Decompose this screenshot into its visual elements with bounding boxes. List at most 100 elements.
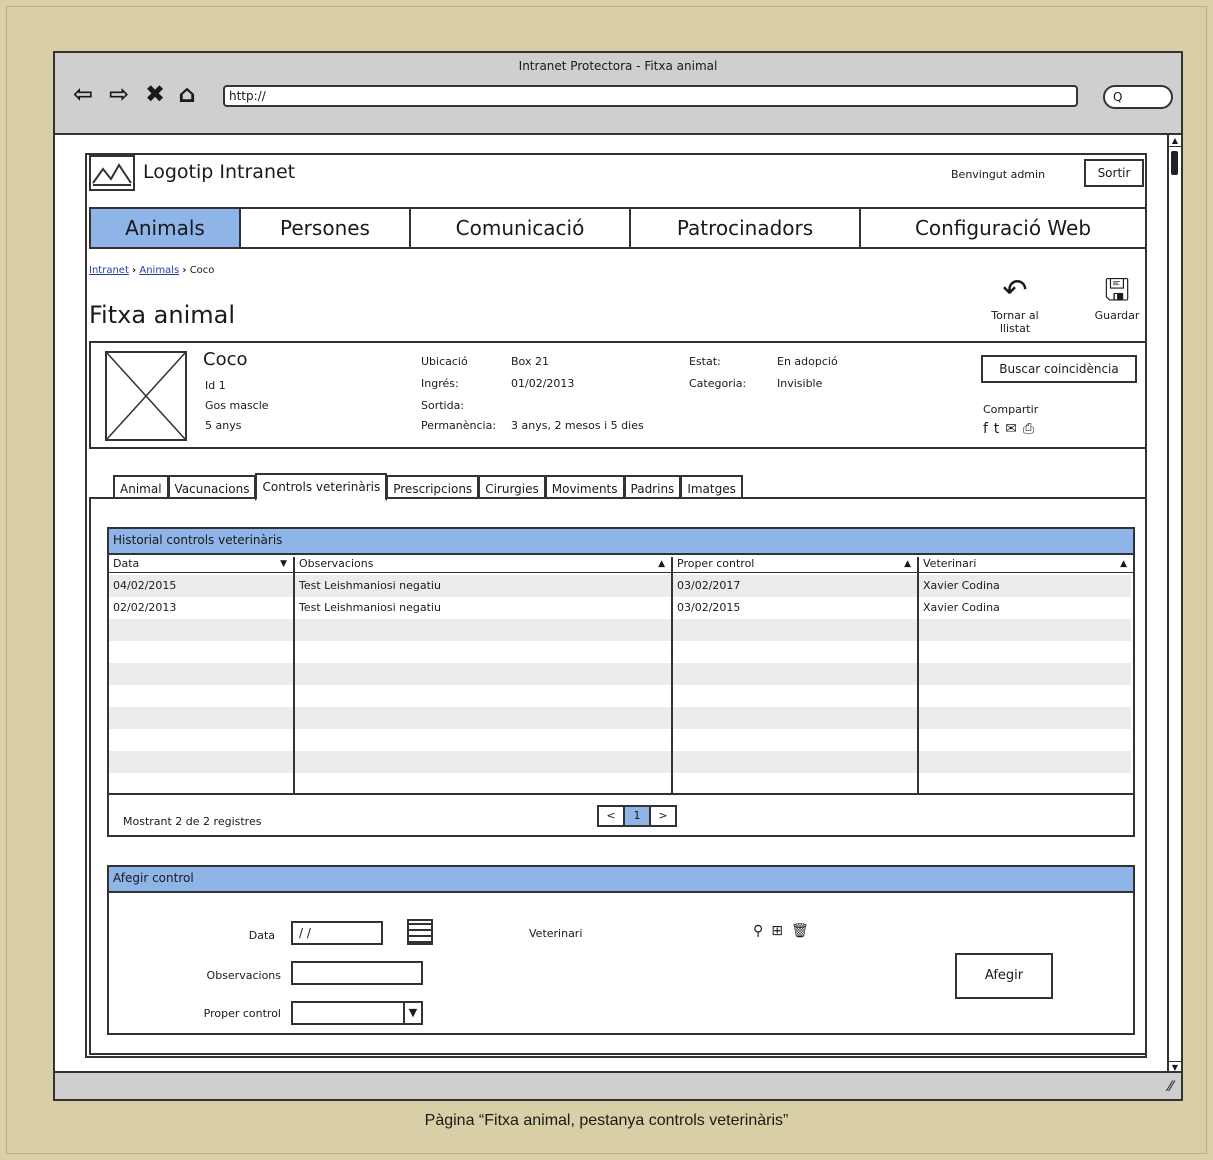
forward-arrow-icon[interactable]: ⇨ [105, 81, 133, 107]
table-cell [109, 685, 293, 707]
logo-text: Logotip Intranet [143, 161, 296, 183]
nav-tab-patrocinadors[interactable]: Patrocinadors [631, 209, 861, 247]
table-cell [295, 685, 671, 707]
trash-icon[interactable]: 🗑 [791, 923, 817, 939]
tab-imatges[interactable]: Imatges [680, 475, 743, 499]
table-cell [109, 619, 293, 641]
tab-padrins[interactable]: Padrins [623, 475, 682, 499]
sort-asc-icon[interactable]: ▲ [1120, 557, 1127, 571]
animal-id: Id 1 [205, 379, 226, 392]
sort-desc-icon[interactable]: ▼ [280, 557, 287, 571]
table-cell[interactable]: Test Leishmaniosi negatiu [295, 575, 671, 597]
search-match-button[interactable]: Buscar coincidència [981, 355, 1137, 383]
nav-tab-configuracio-web[interactable]: Configuració Web [861, 209, 1145, 247]
table-cell [919, 619, 1131, 641]
animal-age: 5 anys [205, 419, 242, 432]
search-icon[interactable]: ⚲ [753, 923, 771, 939]
scroll-thumb[interactable] [1171, 151, 1178, 175]
close-icon[interactable]: ✖ [141, 81, 169, 107]
table-cell[interactable]: Xavier Codina [919, 575, 1131, 597]
records-count: Mostrant 2 de 2 registres [123, 815, 262, 828]
pdf-icon[interactable]: ⎙ [1023, 421, 1040, 437]
record-tabs: Animal Vacunacions Controls veterinàris … [113, 471, 743, 501]
next-control-label: Proper control [203, 1007, 281, 1020]
sortida-label: Sortida: [421, 399, 465, 412]
outer-frame: Intranet Protectora - Fitxa animal ⇦ ⇨ ✖… [6, 6, 1207, 1154]
date-label: Data [248, 929, 275, 942]
next-control-select[interactable]: ▼ [291, 1001, 423, 1025]
breadcrumb-link-intranet[interactable]: Intranet [89, 265, 129, 276]
sort-asc-icon[interactable]: ▲ [658, 557, 665, 571]
column-header-veterinari[interactable]: Veterinari ▲ [919, 557, 1133, 573]
tab-cirurgies[interactable]: Cirurgies [478, 475, 546, 499]
browser-window: Intranet Protectora - Fitxa animal ⇦ ⇨ ✖… [53, 51, 1183, 1101]
tab-prescripcions[interactable]: Prescripcions [386, 475, 480, 499]
back-to-list-button[interactable]: ↶ Tornar al llistat [975, 273, 1055, 335]
table-cell [673, 685, 917, 707]
table-cell[interactable]: Xavier Codina [919, 597, 1131, 619]
table-cell[interactable]: 03/02/2015 [673, 597, 917, 619]
table-cell [919, 685, 1131, 707]
share-icons: ft✉⎙ [983, 421, 1040, 437]
column-header-observacions[interactable]: Observacions ▲ [295, 557, 671, 573]
calendar-icon[interactable] [407, 919, 433, 945]
table-cell[interactable]: 02/02/2013 [109, 597, 293, 619]
page-1-button[interactable]: 1 [623, 805, 651, 827]
dropdown-arrow-icon[interactable]: ▼ [403, 1003, 421, 1023]
search-icon: Q [1113, 90, 1123, 104]
logout-button[interactable]: Sortir [1084, 159, 1144, 187]
afegir-title: Afegir control [109, 867, 1133, 893]
veterinarian-actions: ⚲⊞🗑 [753, 923, 817, 939]
save-button[interactable]: 🖫 Guardar [1077, 273, 1157, 322]
tab-animal[interactable]: Animal [113, 475, 169, 499]
table-cell [673, 641, 917, 663]
back-to-list-label: Tornar al llistat [991, 309, 1039, 335]
table-cell [109, 729, 293, 751]
scroll-up-icon[interactable]: ▲ [1169, 135, 1181, 147]
browser-search-button[interactable]: Q [1103, 85, 1173, 109]
tab-controls-veterinaris[interactable]: Controls veterinàris [255, 473, 388, 501]
ubicacio-value: Box 21 [511, 355, 549, 368]
tab-vacunacions[interactable]: Vacunacions [167, 475, 257, 499]
page-content: Logotip Intranet Benvingut admin Sortir … [85, 153, 1147, 1058]
categoria-value: Invisible [777, 377, 823, 390]
table-cell[interactable]: 03/02/2017 [673, 575, 917, 597]
add-control-button[interactable]: Afegir [955, 953, 1053, 999]
table-cell [295, 641, 671, 663]
ingres-label: Ingrés: [421, 377, 459, 390]
breadcrumb-link-animals[interactable]: Animals [139, 265, 179, 276]
vertical-scrollbar[interactable]: ▲ ▼ [1167, 135, 1181, 1073]
email-icon[interactable]: ✉ [1005, 421, 1023, 437]
back-arrow-icon[interactable]: ⇦ [69, 81, 97, 107]
home-icon[interactable]: ⌂ [173, 81, 201, 107]
estat-value: En adopció [777, 355, 838, 368]
facebook-icon[interactable]: f [983, 421, 994, 437]
figure-caption: Pàgina “Fitxa animal, pestanya controls … [424, 1112, 789, 1129]
nav-tab-comunicacio[interactable]: Comunicació [411, 209, 631, 247]
nav-tab-persones[interactable]: Persones [241, 209, 411, 247]
table-cell[interactable]: Test Leishmaniosi negatiu [295, 597, 671, 619]
add-icon[interactable]: ⊞ [771, 923, 791, 939]
observations-label: Observacions [206, 969, 281, 982]
column-header-proper-control[interactable]: Proper control ▲ [673, 557, 917, 573]
url-bar[interactable]: http:// [223, 85, 1078, 107]
tab-moviments[interactable]: Moviments [544, 475, 625, 499]
sort-asc-icon[interactable]: ▲ [904, 557, 911, 571]
table-cell [673, 663, 917, 685]
table-cell [673, 751, 917, 773]
table-cell [109, 751, 293, 773]
table-cell [919, 751, 1131, 773]
date-field[interactable]: / / [291, 921, 383, 945]
next-page-button[interactable]: > [649, 805, 677, 827]
observations-field[interactable] [291, 961, 423, 985]
floppy-disk-icon: 🖫 [1104, 273, 1130, 308]
table-cell [673, 707, 917, 729]
table-cell [673, 729, 917, 751]
column-header-data[interactable]: Data ▼ [109, 557, 293, 573]
table-cell[interactable]: 04/02/2015 [109, 575, 293, 597]
nav-tab-animals[interactable]: Animals [91, 209, 241, 247]
prev-page-button[interactable]: < [597, 805, 625, 827]
table-cell [673, 773, 917, 795]
resize-grip-icon[interactable]: ⁄⁄ [1168, 1079, 1173, 1095]
twitter-icon[interactable]: t [994, 421, 1006, 437]
